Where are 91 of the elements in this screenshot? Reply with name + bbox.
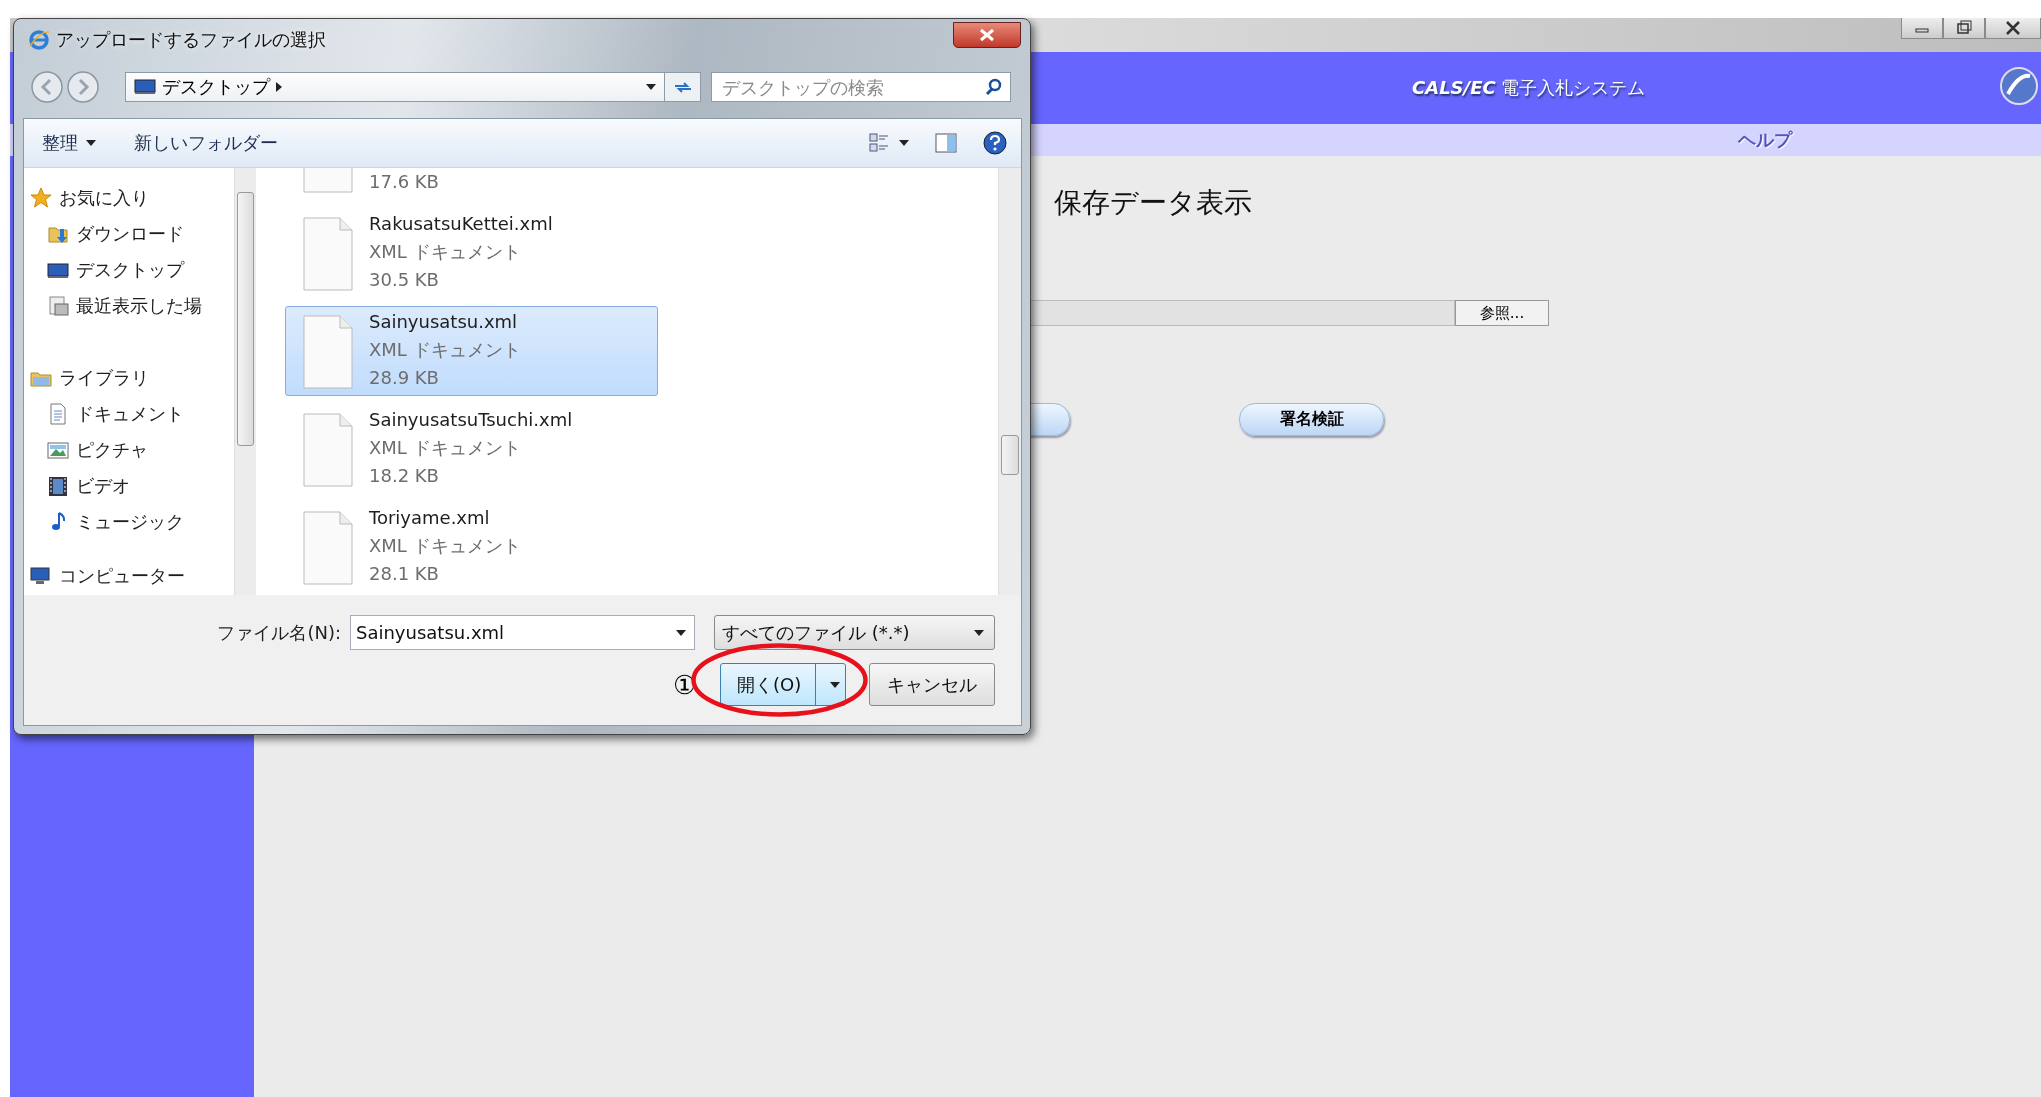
file-size: 18.2 KB [369,464,440,488]
document-icon [47,403,69,425]
file-name-field[interactable]: Sainyusatsu.xml [350,615,695,650]
file-name: SainyusatsuTsuchi.xml [369,408,573,432]
nav-item[interactable]: ライブラリ [24,360,234,396]
nav-label: ミュージック [76,510,184,534]
file-name-label: ファイル名(N): [217,620,341,645]
caret-icon [899,140,909,146]
file-type: XML ドキュメント [369,338,521,362]
file-item[interactable]: Sainyusatsu.xml XML ドキュメント 28.9 KB [285,306,658,396]
file-type: XML ドキュメント [369,436,522,460]
view-list-icon [869,133,889,153]
nav-item[interactable]: ピクチャ [24,432,234,468]
nav-label: お気に入り [59,186,149,210]
document-icon [303,217,353,291]
caret-icon [830,681,841,688]
nav-item[interactable]: お気に入り [24,180,234,216]
file-name: Toriyame.xml [369,506,491,530]
caret-icon [974,629,984,636]
nav-label: コンピューター [59,564,185,588]
page-title: 保存データ表示 [1054,185,1253,221]
help-button[interactable] [983,131,1007,155]
nav-label: デスクトップ [76,258,184,282]
close-button[interactable] [1985,18,2041,39]
computer-icon [30,565,52,587]
nav-item[interactable]: ダウンロード [24,216,234,252]
nav-label: 最近表示した場 [76,294,202,318]
close-icon [979,28,995,42]
chevron-right-icon [276,82,282,92]
scrollbar-thumb[interactable] [1001,435,1019,475]
nav-item[interactable]: デスクトップ [24,252,234,288]
nav-item[interactable]: コンピューター [24,558,234,594]
address-bar[interactable]: デスクトップ [125,72,665,102]
nav-label: ビデオ [76,474,130,498]
scrollbar[interactable] [234,168,256,595]
file-item[interactable]: SainyusatsuTsuchi.xml XML ドキュメント 18.2 KB [285,404,658,494]
document-icon [303,511,353,585]
view-options-button[interactable] [869,133,909,153]
film-icon [47,475,69,497]
file-size: 17.6 KB [369,170,439,194]
file-size: 28.1 KB [369,562,440,586]
dropdown-caret-icon [676,630,686,636]
search-field[interactable]: デスクトップの検索 [711,72,1011,102]
nav-item[interactable]: ビデオ [24,468,234,504]
nav-item[interactable]: ミュージック [24,504,234,540]
nav-label: ダウンロード [76,222,184,246]
verify-signature-button[interactable]: 署名検証 [1239,403,1384,436]
document-icon [303,413,353,487]
nav-label: ドキュメント [76,402,184,426]
search-icon [985,78,1003,96]
file-item[interactable]: RakusatsuKettei.xml XML ドキュメント 30.5 KB [285,208,658,298]
toolbar-button[interactable]: 整理 [38,127,100,159]
toolbar-button[interactable]: 新しいフォルダー [130,127,282,159]
nav-label: ライブラリ [59,366,149,390]
browse-button[interactable]: 参照... [1455,300,1549,326]
file-name: Sainyusatsu.xml [369,310,519,334]
dialog-title: アップロードするファイルの選択 [56,28,326,52]
file-type: XML ドキュメント [369,534,521,558]
nav-label: ピクチャ [76,438,148,462]
back-button[interactable] [30,70,64,104]
minimize-button[interactable] [1901,18,1943,39]
browser-e-icon [28,29,50,51]
preview-pane-button[interactable] [935,133,957,153]
file-item[interactable]: 17.6 KB [285,168,658,200]
file-item[interactable]: Toriyame.xml XML ドキュメント 28.1 KB [285,502,658,592]
file-name: RakusatsuKettei.xml [369,212,553,236]
address-text: デスクトップ [162,75,270,99]
recent-places-icon [47,295,69,317]
picture-icon [47,439,69,461]
file-type: XML ドキュメント [369,240,522,264]
open-button[interactable]: 開く(O) [720,663,846,706]
file-size: 28.9 KB [369,366,440,390]
nav-item[interactable]: 最近表示した場 [24,288,234,324]
star-icon [30,187,52,209]
document-icon [303,315,353,389]
cancel-button[interactable]: キャンセル [869,663,995,706]
menu-link[interactable]: ヘルプ [1738,128,1792,152]
caret-icon [646,84,656,90]
scrollbar-thumb[interactable] [237,192,254,446]
caret-icon [86,140,96,146]
desktop-icon [134,78,156,96]
nav-item[interactable]: ドキュメント [24,396,234,432]
restore-button[interactable] [1943,18,1985,39]
sphere-logo-icon [1999,66,2039,106]
close-button[interactable] [953,22,1021,48]
file-type-dropdown[interactable]: すべてのファイル (*.*) [714,615,995,650]
forward-button[interactable] [66,70,100,104]
header-title: CALS/EC 電子入札システム [1412,76,1646,100]
scrollbar[interactable] [998,168,1021,595]
refresh-button[interactable] [665,72,701,102]
file-size: 30.5 KB [369,268,440,292]
